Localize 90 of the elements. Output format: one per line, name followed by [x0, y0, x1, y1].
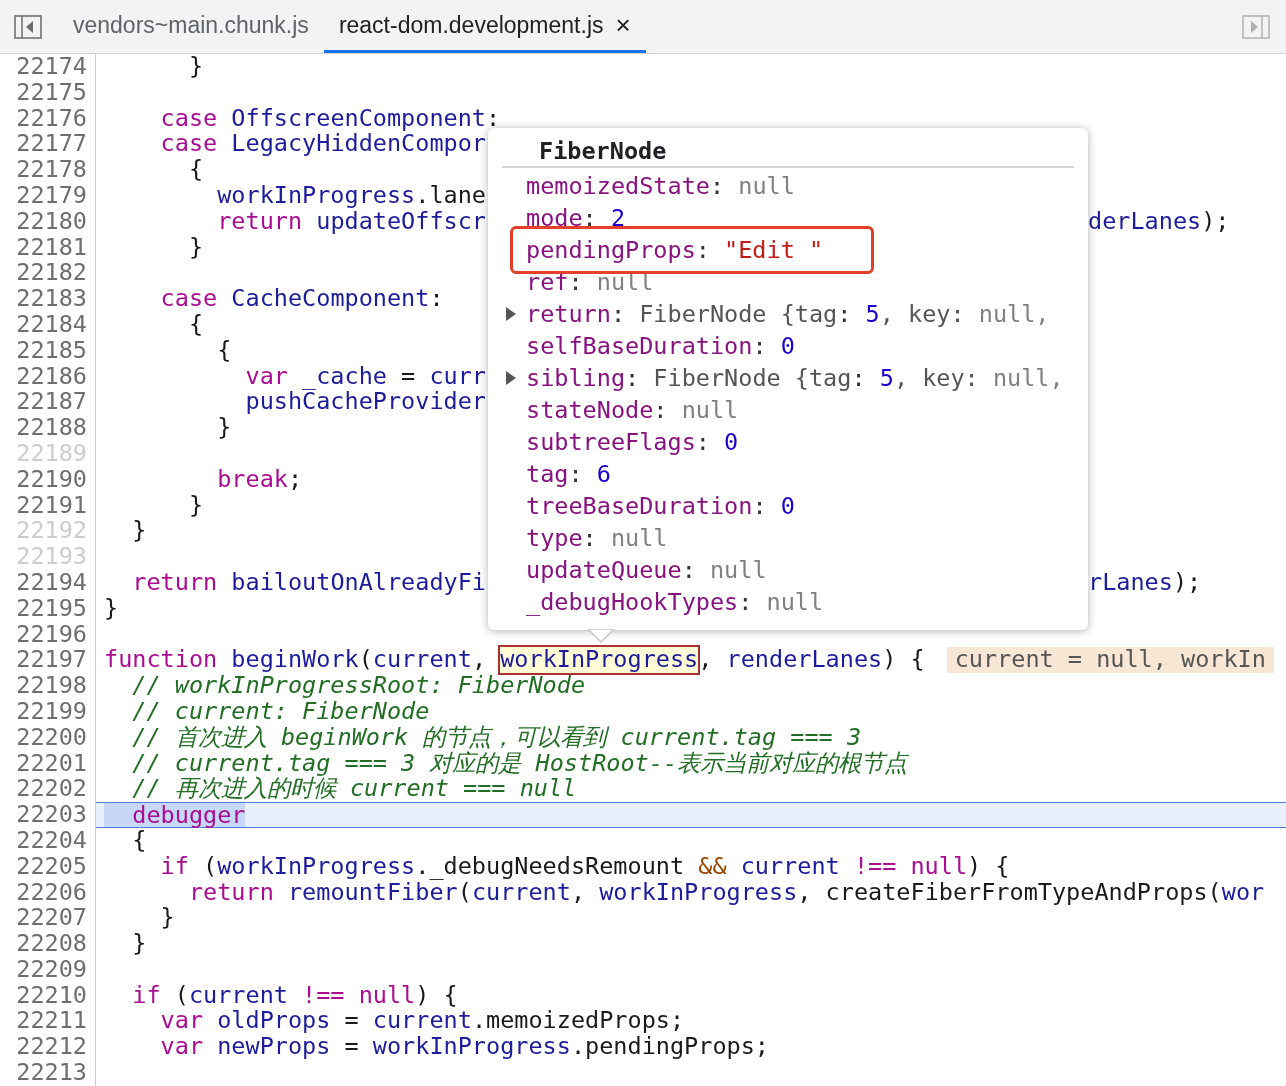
code-text: case OffscreenComponent:: [159, 105, 501, 132]
code-text: return bailoutOnAlreadyFi: [131, 569, 486, 596]
code-text: {: [131, 827, 147, 854]
line-number[interactable]: 22190: [16, 464, 87, 493]
popover-title: FiberNode: [502, 136, 1074, 168]
close-icon[interactable]: ×: [615, 12, 631, 38]
line-number[interactable]: 22206: [16, 877, 87, 906]
line-number[interactable]: 22175: [16, 77, 87, 106]
tab-label: vendors~main.chunk.js: [73, 10, 309, 40]
line-number[interactable]: 22212: [16, 1032, 87, 1061]
code-text: // current: FiberNode: [131, 698, 430, 725]
code-text: }: [104, 595, 119, 622]
code-text: // workInProgressRoot: FiberNode: [131, 673, 586, 699]
code-text: if (current !== null) {: [131, 982, 458, 1009]
expand-triangle-icon[interactable]: [506, 307, 516, 321]
code-text: }: [131, 931, 147, 957]
code-text: derLanes);: [1088, 208, 1230, 235]
line-number[interactable]: 22196: [16, 619, 87, 648]
code-text: case CacheComponent:: [159, 286, 444, 312]
property-text: pendingProps: "Edit ": [526, 236, 824, 264]
code-text: debugger: [104, 803, 246, 827]
line-number[interactable]: 22181: [16, 232, 87, 261]
line-number[interactable]: 22191: [16, 490, 87, 519]
code-text: // 首次进入 beginWork 的节点，可以看到 current.tag === 3: [131, 724, 862, 751]
line-number[interactable]: 22213: [16, 1058, 87, 1086]
code-text: {: [187, 311, 204, 338]
line-number[interactable]: 22185: [16, 335, 87, 364]
line-number[interactable]: 22202: [16, 774, 87, 803]
property-text: treeBaseDuration: 0: [526, 492, 795, 520]
line-number[interactable]: 22180: [16, 206, 87, 235]
code-text: if (workInProgress._debugNeedsRemount && current !== null) {: [159, 853, 1010, 880]
line-number[interactable]: 22197: [16, 645, 87, 674]
code-text: }: [187, 54, 204, 80]
line-number[interactable]: 22194: [16, 567, 87, 596]
code-text: return remountFiber(current, workInProgress, createFiberFromTypeAndProps(wor: [187, 879, 1265, 906]
code-text: }: [187, 492, 204, 519]
line-number[interactable]: 22210: [16, 980, 87, 1009]
code-text: break;: [216, 466, 303, 493]
code-text: case LegacyHiddenCompor: [159, 131, 486, 158]
code-text: workInProgress.lane: [216, 183, 486, 209]
code-text: function beginWork(current,: [104, 647, 488, 674]
line-number[interactable]: 22188: [16, 413, 87, 442]
line-number[interactable]: 22195: [16, 593, 87, 622]
line-number[interactable]: 22187: [16, 387, 87, 416]
tab-label: react-dom.development.js: [338, 10, 604, 40]
code-text: {: [187, 157, 204, 183]
line-number[interactable]: 22182: [16, 258, 87, 287]
code-text: }: [131, 518, 147, 545]
property-text: stateNode: null: [526, 396, 739, 424]
line-number[interactable]: 22205: [16, 851, 87, 880]
code-text: rLanes);: [1088, 569, 1202, 596]
property-text: tag: 6: [526, 460, 611, 488]
property-text: type: null: [526, 524, 668, 552]
code-text: return updateOffscr: [216, 208, 486, 235]
panel-toggle-right-icon[interactable]: [1242, 14, 1270, 39]
line-number[interactable]: 22176: [16, 103, 87, 132]
line-number[interactable]: 22178: [16, 155, 87, 184]
file-tab[interactable]: vendors~main.chunk.js: [58, 0, 324, 53]
line-number[interactable]: 22207: [16, 903, 87, 932]
code-text: {: [216, 337, 232, 364]
property-text: _debugHookTypes: null: [526, 588, 824, 616]
file-tab[interactable]: react-dom.development.js ×: [323, 0, 646, 53]
property-text: selfBaseDuration: 0: [526, 332, 795, 360]
code-text: , renderLanes) {: [698, 647, 925, 674]
line-number[interactable]: 22177: [16, 129, 87, 158]
property-text: memoizedState: null: [526, 172, 795, 200]
code-text: }: [216, 415, 232, 441]
code-text: var _cache = curr: [244, 363, 486, 390]
line-number[interactable]: 22200: [16, 722, 87, 751]
line-number[interactable]: 22186: [16, 361, 87, 390]
line-number[interactable]: 22179: [16, 181, 87, 209]
line-number[interactable]: 22174: [16, 54, 87, 80]
hovered-identifier[interactable]: workInProgress: [500, 647, 699, 674]
code-text: var oldProps = current.memoizedProps;: [159, 1008, 685, 1035]
code-text: pushCacheProvider: [244, 389, 486, 416]
property-text: return: FiberNode {tag: 5, key: null,: [526, 300, 1050, 328]
line-number[interactable]: 22201: [16, 748, 87, 777]
code-text: }: [159, 905, 175, 932]
code-text: }: [187, 234, 204, 261]
inline-value-hint: current = null, workIn: [946, 647, 1274, 674]
panel-toggle-left-icon[interactable]: [14, 14, 42, 39]
code-text: var newProps = workInProgress.pendingProps;: [159, 1034, 769, 1061]
property-text: updateQueue: null: [526, 556, 767, 584]
property-text: subtreeFlags: 0: [526, 428, 739, 456]
expand-triangle-icon[interactable]: [506, 371, 516, 385]
code-text: // 再次进入的时候 current === null: [131, 776, 577, 803]
line-number[interactable]: 22211: [16, 1006, 87, 1035]
code-text: // current.tag === 3 对应的是 HostRoot--表示当前对应的根节点: [131, 750, 908, 777]
property-text: mode: 2: [526, 204, 626, 232]
property-text: sibling: FiberNode {tag: 5, key: null,: [526, 364, 1064, 392]
